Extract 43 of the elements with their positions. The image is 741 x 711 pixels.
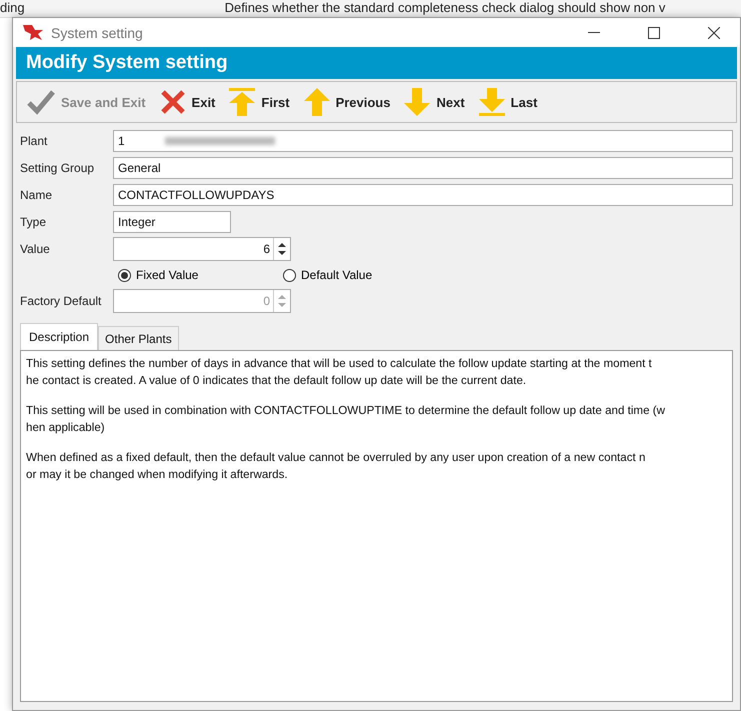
app-logo-icon bbox=[23, 24, 43, 40]
arrow-down-icon bbox=[404, 88, 430, 116]
spinner-arrows-icon[interactable] bbox=[278, 242, 286, 256]
name-field[interactable]: CONTACTFOLLOWUPDAYS bbox=[113, 184, 733, 206]
checkmark-icon bbox=[27, 89, 55, 115]
tab[interactable]: Description bbox=[20, 323, 98, 350]
number-field[interactable]: 6 bbox=[113, 237, 291, 261]
minimize-icon bbox=[588, 32, 600, 34]
type-field[interactable]: Integer bbox=[113, 211, 231, 233]
close-icon bbox=[160, 89, 186, 115]
toolbar-button[interactable]: Previous bbox=[300, 88, 394, 116]
description-text: When defined as a fixed default, then the default value cannot be overruled by any user upon creation of a new contact n bbox=[26, 451, 646, 464]
toolbar-button[interactable]: First bbox=[225, 88, 294, 116]
close-icon bbox=[708, 26, 720, 38]
description-text: This setting will be used in combination with CONTACTFOLLOWUPTIME to determine the default follow up date and time (w bbox=[26, 404, 666, 417]
field-label: Name bbox=[20, 188, 54, 202]
background-cell-text: Defines whether the standard completeness check dialog should show non v bbox=[224, 0, 666, 17]
maximize-icon bbox=[648, 26, 660, 38]
tab[interactable]: Other Plants bbox=[98, 326, 179, 350]
description-text: he contact is created. A value of 0 indicates that the default follow up date will be the current date. bbox=[26, 374, 528, 387]
arrow-down-bar-icon bbox=[478, 88, 505, 116]
radio-option[interactable]: Fixed Value bbox=[118, 268, 283, 282]
radio-icon[interactable] bbox=[118, 268, 131, 282]
field-label: Factory Default bbox=[20, 294, 102, 308]
description-text: or may it be changed when modifying it afterwards. bbox=[26, 468, 289, 481]
plant-field[interactable]: 1 bbox=[113, 130, 733, 152]
setting-group-field[interactable]: General bbox=[113, 157, 733, 179]
radio-option[interactable]: Default Value bbox=[283, 268, 448, 282]
toolbar-button[interactable]: Next bbox=[400, 88, 469, 116]
toolbar-button[interactable]: Exit bbox=[156, 89, 220, 115]
dialog-header: Modify System setting bbox=[16, 47, 737, 79]
toolbar-button[interactable]: Last bbox=[474, 88, 542, 116]
arrow-up-icon bbox=[304, 88, 330, 116]
radio-icon[interactable] bbox=[283, 268, 296, 282]
description-text: This setting defines the number of days in advance that will be used to calculate the follow update starting at the moment t bbox=[26, 357, 653, 370]
background-cell-text: ding bbox=[0, 0, 25, 17]
field-label: Type bbox=[20, 215, 48, 229]
field-label: Plant bbox=[20, 134, 48, 148]
field-label: Value bbox=[20, 242, 51, 256]
window-title: System setting bbox=[51, 24, 144, 40]
field-label: Setting Group bbox=[20, 161, 96, 175]
description-text: hen applicable) bbox=[26, 421, 106, 434]
arrow-up-bar-icon bbox=[229, 88, 256, 116]
